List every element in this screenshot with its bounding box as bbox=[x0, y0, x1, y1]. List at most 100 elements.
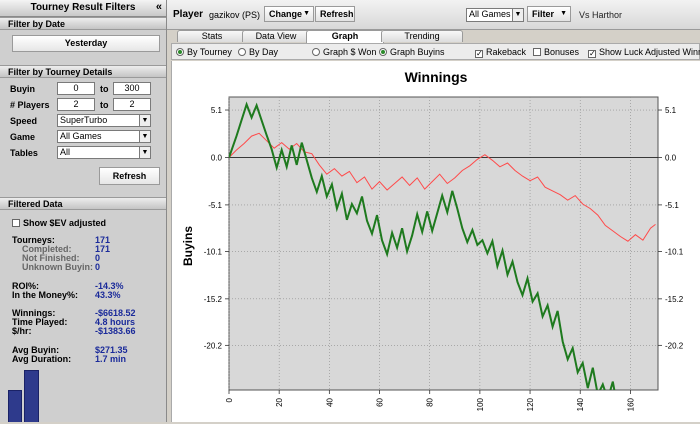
buyin-label: Buyin bbox=[10, 84, 36, 94]
games-select-value: All Games bbox=[469, 9, 511, 19]
y-tick-label-right: -10.1 bbox=[665, 247, 684, 256]
filter-panel-title-text: Tourney Result Filters bbox=[30, 2, 136, 13]
tables-label: Tables bbox=[10, 148, 38, 158]
rakeback-option[interactable]: ✓ Rakeback bbox=[475, 47, 526, 58]
tab-stats[interactable]: Stats bbox=[177, 30, 247, 42]
by-day-option[interactable]: By Day bbox=[238, 47, 278, 57]
x-tick-label: 60 bbox=[376, 397, 385, 406]
collapse-icon[interactable]: « bbox=[156, 0, 162, 15]
x-tick-label: 160 bbox=[626, 397, 635, 411]
by-tourney-label: By Tourney bbox=[187, 47, 232, 57]
y-tick-label-left: -10.1 bbox=[204, 247, 223, 256]
show-ev-toggle[interactable]: Show $EV adjusted bbox=[12, 218, 106, 228]
chevron-down-icon: ▼ bbox=[512, 9, 523, 21]
change-player-button[interactable]: Change ▼ bbox=[264, 6, 314, 22]
filtered-data-header: Filtered Data bbox=[0, 197, 166, 210]
chevron-down-icon: ▼ bbox=[139, 131, 150, 142]
x-tick-label: 120 bbox=[526, 397, 535, 411]
itm-label: In the Money%: bbox=[12, 290, 79, 300]
chart-y-axis-label: Buyins bbox=[181, 226, 195, 266]
player-toolbar: Player gazikov (PS) Change ▼ Refresh All… bbox=[167, 0, 700, 30]
buyin-to-input[interactable]: 300 bbox=[113, 82, 151, 95]
filter-panel-title: Tourney Result Filters « bbox=[0, 0, 166, 17]
chevron-down-icon: ▼ bbox=[139, 115, 150, 126]
radio-icon bbox=[238, 48, 246, 56]
tables-select[interactable]: All ▼ bbox=[57, 146, 151, 159]
app-window: Tourney Result Filters « Filter by Date … bbox=[0, 0, 700, 422]
refresh-button[interactable]: Refresh bbox=[315, 6, 355, 22]
y-tick-label-right: -15.2 bbox=[665, 295, 684, 304]
graph-won-label: Graph $ Won bbox=[323, 47, 377, 57]
buyin-to-label: to bbox=[100, 84, 109, 94]
vs-player: Vs Harthor bbox=[579, 10, 623, 20]
radio-selected-icon bbox=[176, 48, 184, 56]
players-label: # Players bbox=[10, 100, 50, 110]
per-hour-value: -$1383.66 bbox=[95, 326, 136, 336]
refresh-filters-button[interactable]: Refresh bbox=[99, 167, 160, 185]
game-label: Game bbox=[10, 132, 36, 142]
buyin-from-input[interactable]: 0 bbox=[57, 82, 95, 95]
players-to-label: to bbox=[100, 100, 109, 110]
y-tick-label-left: 0.0 bbox=[211, 153, 223, 162]
filter-panel: Tourney Result Filters « Filter by Date … bbox=[0, 0, 167, 422]
plot-area bbox=[228, 96, 659, 391]
speed-select[interactable]: SuperTurbo ▼ bbox=[57, 114, 151, 127]
tab-graph[interactable]: Graph bbox=[306, 30, 384, 43]
avg-duration-label: Avg Duration: bbox=[12, 354, 72, 364]
graph-buyins-option[interactable]: Graph Buyins bbox=[379, 47, 445, 57]
change-label: Change bbox=[269, 9, 303, 19]
players-from-input[interactable]: 2 bbox=[57, 98, 95, 111]
x-tick-label: 140 bbox=[576, 397, 585, 411]
y-tick-label-left: -15.2 bbox=[204, 295, 223, 304]
tab-data-view[interactable]: Data View bbox=[242, 30, 310, 42]
unknown-buyin-label: Unknown Buyin: bbox=[22, 262, 93, 272]
tables-select-value: All bbox=[60, 147, 71, 157]
chevron-down-icon: ▼ bbox=[139, 147, 150, 158]
winnings-chart: Winnings Buyins 0 20 40 60 80 100 120 140 160 5.1… bbox=[171, 61, 700, 422]
y-tick-label-left: -20.2 bbox=[204, 341, 223, 350]
x-tick-label: 20 bbox=[275, 397, 284, 406]
graph-buyins-label: Graph Buyins bbox=[390, 47, 445, 57]
checkbox-icon bbox=[12, 219, 20, 227]
itm-value: 43.3% bbox=[95, 290, 121, 300]
game-select-value: All Games bbox=[60, 131, 102, 141]
mini-bar-2 bbox=[24, 370, 39, 422]
filter-button[interactable]: Filter ▼ bbox=[527, 6, 571, 22]
y-tick-label-right: -20.2 bbox=[665, 341, 684, 350]
chevron-down-icon: ▼ bbox=[303, 10, 310, 17]
filter-by-date-header: Filter by Date bbox=[0, 17, 166, 30]
by-tourney-option[interactable]: By Tourney bbox=[176, 47, 232, 57]
show-ev-label: Show $EV adjusted bbox=[23, 218, 107, 228]
y-tick-label-right: 0.0 bbox=[665, 153, 677, 162]
bonuses-label: Bonuses bbox=[544, 47, 580, 57]
speed-select-value: SuperTurbo bbox=[60, 115, 108, 125]
players-to-input[interactable]: 2 bbox=[113, 98, 151, 111]
winnings-chart-svg: Winnings Buyins 0 20 40 60 80 100 120 140 160 5.1… bbox=[181, 69, 684, 411]
checkbox-checked-icon: ✓ bbox=[475, 49, 483, 58]
unknown-buyin-value: 0 bbox=[95, 262, 101, 272]
y-tick-label-left: 5.1 bbox=[211, 106, 223, 115]
x-tick-label: 80 bbox=[426, 397, 435, 406]
y-tick-label-left: -5.1 bbox=[208, 201, 222, 210]
y-tick-label-right: -5.1 bbox=[665, 201, 679, 210]
luck-adjusted-option[interactable]: ✓Show Luck Adjusted Winnings bbox=[588, 47, 700, 58]
per-hour-label: $/hr: bbox=[12, 326, 32, 336]
games-select[interactable]: All Games ▼ bbox=[466, 8, 524, 22]
mini-bar-1 bbox=[8, 390, 22, 422]
checkbox-checked-icon: ✓ bbox=[588, 49, 596, 58]
player-label: Player bbox=[173, 9, 204, 20]
x-tick-label: 40 bbox=[325, 397, 334, 406]
chevron-down-icon: ▼ bbox=[560, 10, 567, 17]
graph-won-option[interactable]: Graph $ Won bbox=[312, 47, 376, 57]
yesterday-button[interactable]: Yesterday bbox=[12, 35, 160, 52]
bonuses-option[interactable]: Bonuses bbox=[533, 47, 579, 57]
luck-adjusted-label: Show Luck Adjusted Winnings bbox=[599, 47, 700, 57]
tab-trending[interactable]: Trending bbox=[381, 30, 463, 42]
filter-by-details-header: Filter by Tourney Details bbox=[0, 65, 166, 78]
x-tick-label: 0 bbox=[225, 397, 234, 402]
x-tick-label: 100 bbox=[476, 397, 485, 411]
radio-icon bbox=[312, 48, 320, 56]
chart-title: Winnings bbox=[405, 69, 468, 85]
rakeback-label: Rakeback bbox=[486, 47, 527, 57]
game-select[interactable]: All Games ▼ bbox=[57, 130, 151, 143]
